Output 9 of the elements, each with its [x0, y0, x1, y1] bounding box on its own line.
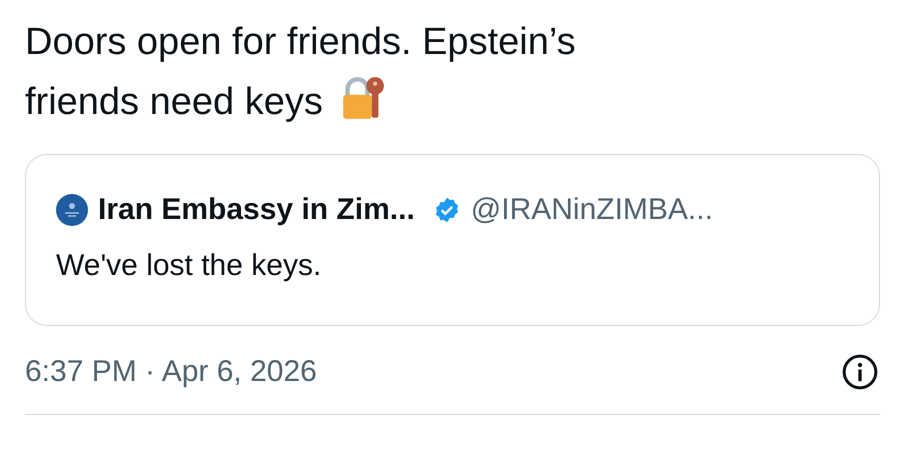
tweet-text: friends need keys [25, 80, 323, 125]
account-name[interactable]: Iran Embassy in Zim... [98, 193, 415, 227]
avatar-icon [56, 194, 88, 226]
info-icon[interactable] [840, 352, 880, 392]
quoted-tweet-text: We've lost the keys. [56, 249, 322, 283]
timestamp[interactable]: 6:37 PM · Apr 6, 2026 [25, 355, 317, 389]
quoted-tweet-card[interactable]: Iran Embassy in Zim... @IRANinZIMBA... We've lost the keys. [25, 154, 880, 326]
tweet-text: Doors open for friends. Epstein’s [25, 20, 576, 65]
account-handle[interactable]: @IRANinZIMBA... [470, 193, 713, 227]
